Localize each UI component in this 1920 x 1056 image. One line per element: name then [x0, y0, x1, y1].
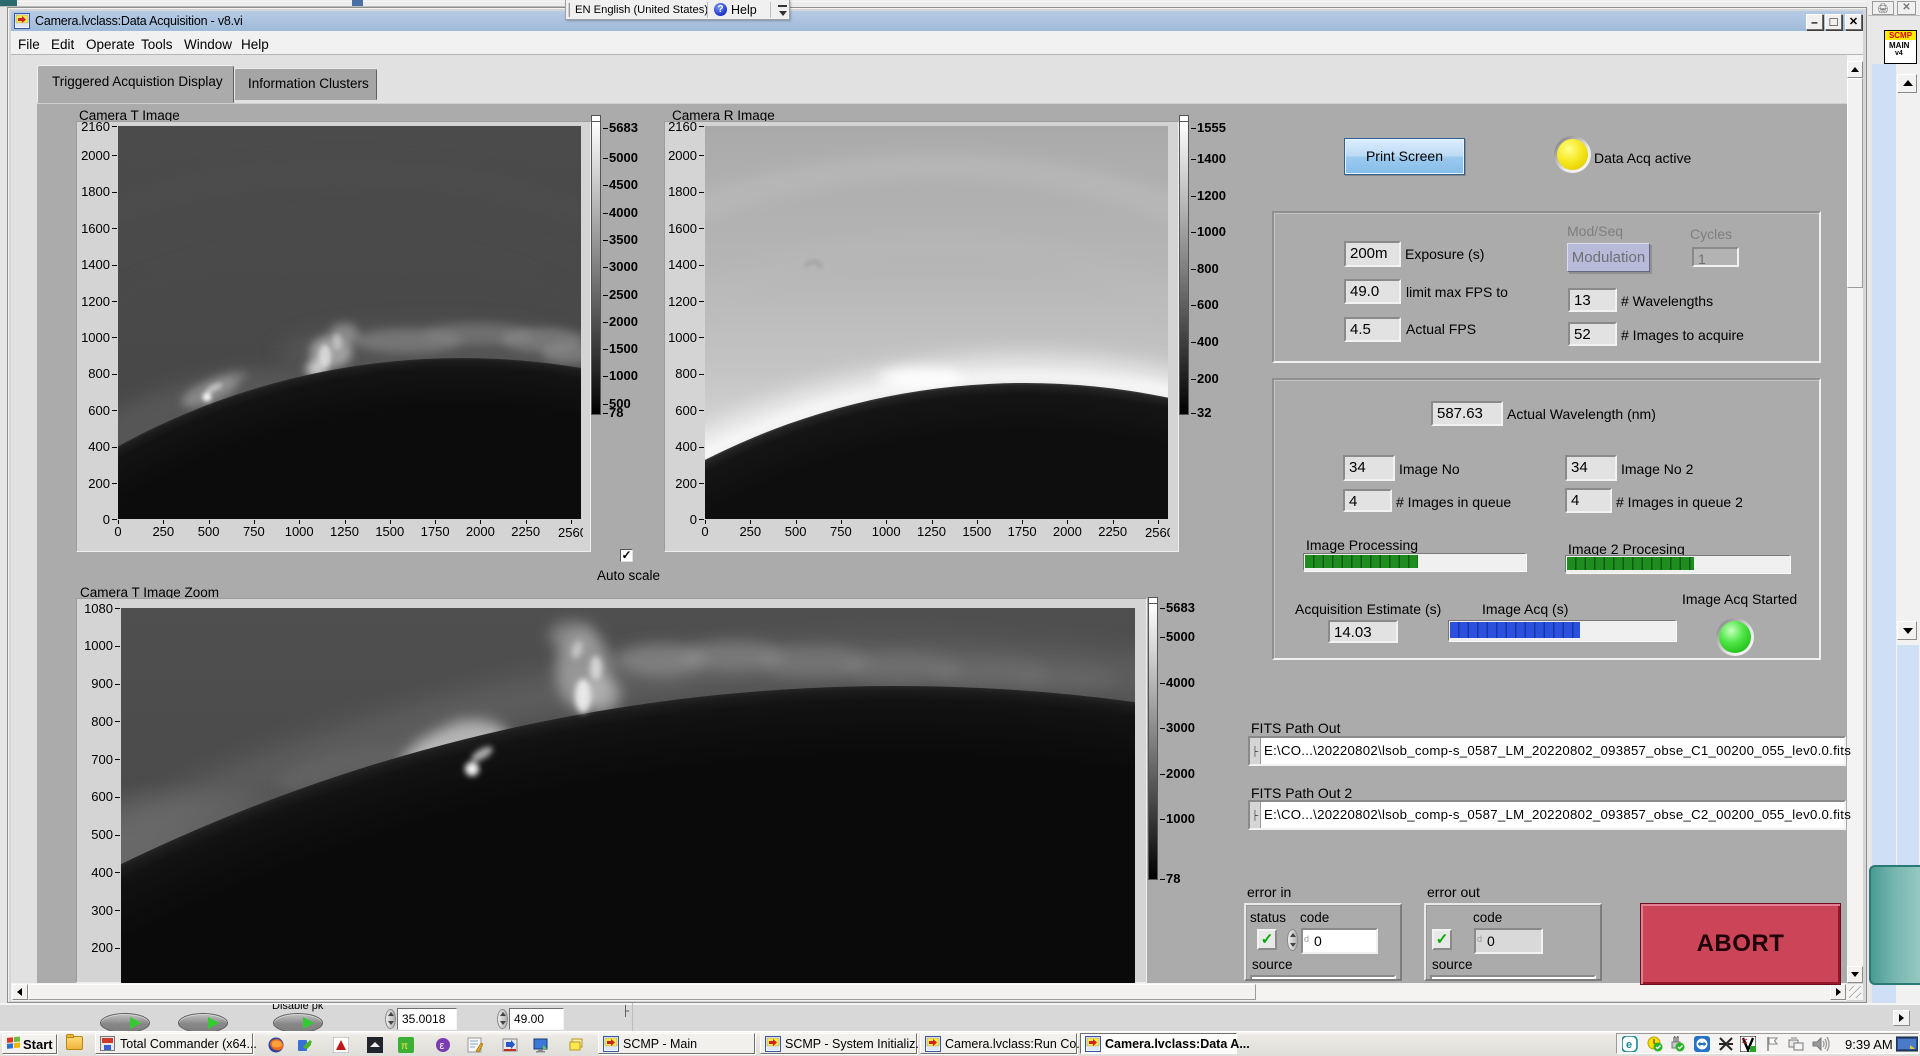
svg-text:e: e	[1626, 1039, 1632, 1051]
svg-text:ε: ε	[440, 1040, 445, 1052]
svg-text:π: π	[401, 1041, 408, 1052]
